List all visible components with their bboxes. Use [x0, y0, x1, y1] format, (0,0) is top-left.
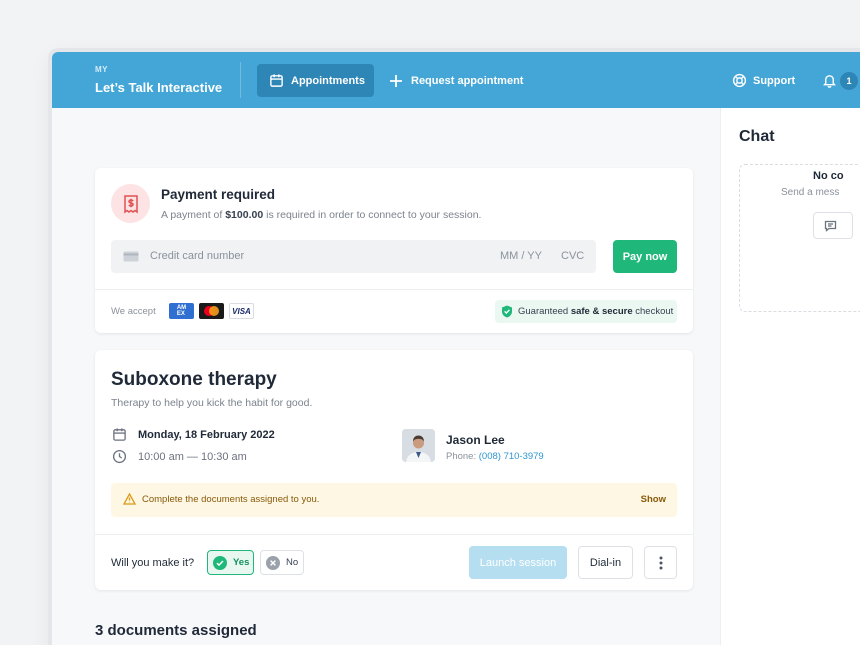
check-circle-icon [213, 555, 227, 570]
brand-prefix: MY [95, 65, 108, 74]
appointment-subtitle: Therapy to help you kick the habit for g… [111, 397, 313, 409]
payment-desc-suffix: is required in order to connect to your … [263, 209, 482, 221]
app-window: MY Let’s Talk Interactive Appointments R… [52, 52, 860, 645]
appointment-time: 10:00 am — 10:30 am [138, 451, 247, 463]
notification-count-badge: 1 [840, 71, 858, 90]
doctor-phone-link[interactable]: (008) 710-3979 [479, 451, 544, 462]
secure-bold: safe & secure [570, 306, 633, 317]
appointment-divider [95, 534, 693, 535]
new-message-button[interactable] [813, 212, 853, 239]
visa-logo: VISA [229, 303, 254, 319]
chat-empty-subtitle: Send a mess [781, 187, 840, 198]
secure-checkout-badge: Guaranteed safe & secure checkout [495, 300, 677, 323]
lifebuoy-icon [732, 73, 747, 88]
launch-session-button[interactable]: Launch session [469, 546, 567, 579]
message-icon [824, 220, 837, 232]
top-navbar: MY Let’s Talk Interactive Appointments R… [52, 52, 860, 108]
secure-prefix: Guaranteed [518, 306, 571, 317]
dial-in-button[interactable]: Dial-in [578, 546, 633, 579]
more-vertical-icon [659, 556, 662, 569]
bell-icon [822, 75, 837, 88]
payment-card: Payment required A payment of $100.00 is… [95, 168, 693, 333]
appointment-title: Suboxone therapy [111, 369, 277, 390]
rsvp-question: Will you make it? [111, 557, 195, 569]
mastercard-logo [199, 303, 224, 319]
card-number-field[interactable]: Credit card number [150, 250, 244, 262]
rsvp-yes-button[interactable]: Yes [207, 550, 254, 575]
credit-card-input[interactable]: Credit card number MM / YY CVC [111, 240, 596, 273]
warning-icon [123, 493, 136, 505]
notifications-button[interactable]: 1 [822, 64, 858, 97]
secure-checkout-text: Guaranteed safe & secure checkout [518, 306, 673, 317]
chat-empty-title: No co [813, 170, 844, 182]
accepted-cards-label: We accept [111, 306, 156, 317]
appointment-card: Suboxone therapy Therapy to help you kic… [95, 350, 693, 590]
x-circle-icon [266, 555, 280, 570]
pay-now-button[interactable]: Pay now [613, 240, 677, 273]
payment-title: Payment required [161, 187, 276, 202]
nav-appointments[interactable]: Appointments [257, 64, 374, 97]
rsvp-no-label: No [286, 557, 299, 568]
calendar-icon [270, 74, 283, 87]
doctor-avatar [402, 429, 435, 462]
nav-request-label: Request appointment [411, 74, 524, 87]
doctor-name: Jason Lee [446, 433, 505, 447]
brand-name[interactable]: Let’s Talk Interactive [95, 80, 222, 95]
documents-warning: Complete the documents assigned to you. … [111, 483, 677, 517]
documents-heading: 3 documents assigned [95, 622, 257, 639]
rsvp-yes-label: Yes [233, 557, 250, 568]
chat-panel: Chat No co Send a mess [720, 108, 860, 645]
payment-desc-prefix: A payment of [161, 209, 226, 221]
payment-divider [95, 289, 693, 290]
nav-divider [240, 62, 241, 98]
payment-amount: $100.00 [225, 209, 264, 221]
warning-text: Complete the documents assigned to you. [142, 494, 320, 505]
nav-support-label: Support [753, 74, 796, 87]
chat-title: Chat [739, 128, 775, 145]
payment-description: A payment of $100.00 is required in orde… [161, 209, 481, 221]
card-expiry-field[interactable]: MM / YY [500, 250, 542, 262]
credit-card-icon [123, 251, 139, 262]
nav-appointments-label: Appointments [291, 74, 365, 87]
secure-suffix: checkout [632, 306, 674, 317]
nav-support[interactable]: Support [732, 64, 795, 97]
calendar-icon [113, 428, 126, 441]
shield-check-icon [502, 305, 512, 318]
clock-icon [112, 449, 127, 464]
nav-request-appointment[interactable]: Request appointment [389, 64, 523, 97]
receipt-dollar-icon [111, 184, 150, 223]
show-documents-link[interactable]: Show [641, 494, 666, 505]
appointment-date: Monday, 18 February 2022 [138, 429, 275, 441]
card-cvc-field[interactable]: CVC [561, 250, 584, 262]
amex-logo: AM EX [169, 303, 194, 319]
doctor-phone: Phone: (008) 710-3979 [446, 451, 544, 462]
rsvp-no-button[interactable]: No [260, 550, 304, 575]
main-content: Payment required A payment of $100.00 is… [52, 108, 720, 645]
phone-label: Phone: [446, 451, 479, 462]
plus-icon [390, 74, 402, 87]
more-options-button[interactable] [644, 546, 677, 579]
